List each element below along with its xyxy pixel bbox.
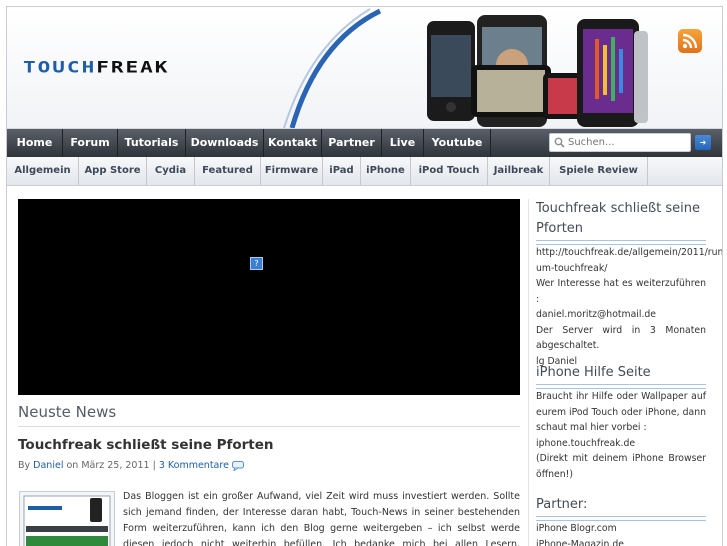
search-icon (554, 137, 565, 148)
nav-forum[interactable]: Forum (63, 129, 118, 157)
category-navigation: Allgemein App Store Cydia Featured Firmw… (7, 157, 722, 186)
widget1-line: Wer Interesse hat es weiterzuführen : (536, 276, 706, 307)
video-player[interactable]: ? (18, 199, 520, 395)
post-author-link[interactable]: Daniel (33, 460, 63, 471)
site-header: TOUCHFREAK (7, 7, 722, 129)
cat-ipod-touch[interactable]: iPod Touch (411, 157, 488, 185)
widget2-line: öffnen!) (536, 467, 706, 483)
post-meta: By Daniel on März 25, 2011 | 3 Kommentar… (18, 460, 245, 471)
nav-home[interactable]: Home (7, 129, 63, 157)
search-input[interactable] (568, 135, 686, 150)
missing-plugin-icon: ? (250, 257, 263, 270)
post-excerpt: Das Bloggen ist ein großer Aufwand, viel… (123, 489, 520, 546)
cat-iphone[interactable]: iPhone (361, 157, 411, 185)
nav-kontakt[interactable]: Kontakt (264, 129, 322, 157)
nav-downloads[interactable]: Downloads (186, 129, 264, 157)
widget1-line: daniel.moritz@hotmail.de (536, 307, 706, 323)
search-box (549, 133, 691, 152)
post-title[interactable]: Touchfreak schließt seine Pforten (18, 437, 274, 453)
search-submit-button[interactable]: ➜ (695, 135, 711, 150)
logo-touch: TOUCH (23, 58, 96, 76)
header-swoosh-decoration (262, 7, 382, 128)
post-meta-by: By (18, 460, 33, 471)
rss-icon[interactable] (678, 29, 702, 53)
nav-partner[interactable]: Partner (322, 129, 382, 157)
widget2-line: Braucht ihr Hilfe oder Wallpaper auf (536, 389, 706, 405)
widget1-line[interactable]: http://touchfreak.de/allgemein/2011/runc (536, 245, 706, 261)
widget1-line[interactable]: um-touchfreak/ (536, 261, 706, 277)
sidebar-divider (528, 199, 529, 546)
cat-app-store[interactable]: App Store (79, 157, 147, 185)
widget-title-help: iPhone Hilfe Seite (536, 365, 651, 380)
widget-title-closing: Touchfreak schließt seine Pforten (536, 199, 708, 239)
nav-youtube[interactable]: Youtube (424, 129, 491, 157)
cat-ipad[interactable]: iPad (323, 157, 361, 185)
widget-title-partner: Partner: (536, 497, 587, 512)
page-frame: TOUCHFREAK (6, 6, 723, 546)
partner-link[interactable]: iPhone Blogr.com (536, 521, 706, 537)
widget2-link[interactable]: iphone.touchfreak.de (536, 436, 706, 452)
widget2-line: eurem iPod Touch oder iPhone, dann (536, 405, 706, 421)
section-title: Neuste News (18, 403, 116, 421)
site-logo[interactable]: TOUCHFREAK (23, 58, 169, 76)
widget1-line: Der Server wird in 3 Monaten (536, 323, 706, 339)
post-thumbnail[interactable] (19, 491, 115, 546)
comment-bubble-icon[interactable] (232, 461, 245, 471)
post-comments-link[interactable]: 3 Kommentare (159, 460, 229, 471)
cat-allgemein[interactable]: Allgemein (7, 157, 79, 185)
cat-featured[interactable]: Featured (195, 157, 261, 185)
ipod-devices-image (427, 15, 649, 127)
cat-firmware[interactable]: Firmware (261, 157, 323, 185)
nav-live[interactable]: Live (382, 129, 424, 157)
cat-spiele-review[interactable]: Spiele Review (550, 157, 648, 185)
partner-links: iPhone Blogr.com iPhone-Magazin.de (536, 521, 706, 546)
widget2-line: schaut mal hier vorbei : (536, 420, 706, 436)
widget2-line: (Direkt mit deinem iPhone Browser (536, 451, 706, 467)
post-date: on März 25, 2011 | (63, 460, 158, 471)
section-divider (18, 426, 520, 427)
widget-text-help: Braucht ihr Hilfe oder Wallpaper auf eur… (536, 389, 706, 482)
cat-jailbreak[interactable]: Jailbreak (488, 157, 550, 185)
cat-cydia[interactable]: Cydia (147, 157, 195, 185)
widget-text-closing: http://touchfreak.de/allgemein/2011/runc… (536, 245, 706, 369)
widget1-line: abgeschaltet. (536, 338, 706, 354)
nav-tutorials[interactable]: Tutorials (118, 129, 186, 157)
logo-freak: FREAK (96, 58, 169, 76)
